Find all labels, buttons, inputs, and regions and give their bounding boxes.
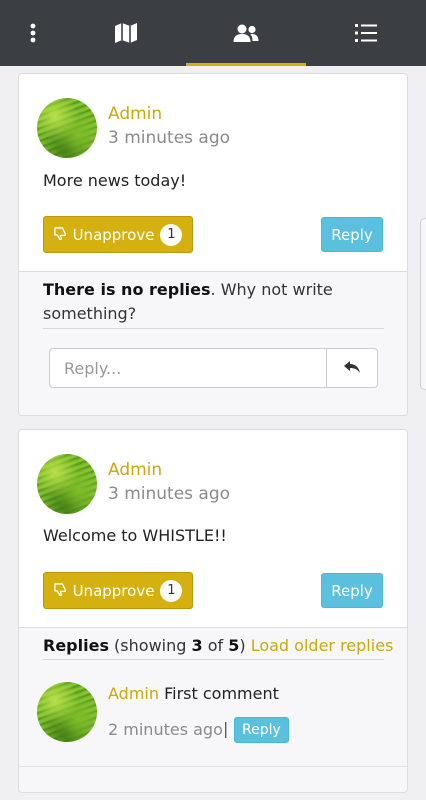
- divider: [43, 659, 384, 660]
- divider: [43, 328, 384, 329]
- no-replies-message: There is no replies. Why not write somet…: [43, 278, 383, 326]
- unapprove-button[interactable]: Unapprove 1: [43, 216, 193, 253]
- replies-section: There is no replies. Why not write somet…: [19, 271, 407, 415]
- divider: [19, 766, 407, 767]
- tab-map[interactable]: [66, 0, 186, 66]
- tab-list[interactable]: [306, 0, 426, 66]
- post-time: 3 minutes ago: [108, 128, 231, 148]
- post-body: Welcome to WHISTLE!!: [43, 526, 227, 545]
- post-card: Admin 3 minutes ago More news today! Una…: [18, 73, 408, 416]
- post-author[interactable]: Admin: [108, 104, 162, 124]
- reply-line: Admin First comment: [108, 684, 279, 703]
- showing-suffix: ): [239, 636, 246, 655]
- tab-users[interactable]: [186, 0, 306, 66]
- avatar: [37, 454, 97, 514]
- no-replies-bold: There is no replies: [43, 280, 211, 299]
- showing-total: 5: [228, 636, 240, 655]
- users-icon: [233, 23, 259, 43]
- list-icon: [355, 23, 377, 43]
- post-author[interactable]: Admin: [108, 460, 162, 480]
- unapprove-label: Unapprove: [72, 225, 155, 244]
- more-options-button[interactable]: [0, 0, 66, 66]
- map-icon: [114, 22, 138, 44]
- showing-of: of: [202, 636, 229, 655]
- reply-separator: |: [223, 719, 229, 738]
- thumbs-down-icon: [53, 226, 67, 244]
- reply-to-comment-button[interactable]: Reply: [234, 717, 289, 743]
- reply-author[interactable]: Admin: [108, 684, 159, 703]
- reply-button[interactable]: Reply: [321, 217, 383, 252]
- approval-count-badge: 1: [160, 223, 183, 246]
- load-older-replies-link[interactable]: Load older replies: [251, 636, 394, 655]
- side-scroll-handle[interactable]: [420, 218, 426, 390]
- avatar: [37, 98, 97, 158]
- replies-label: Replies: [43, 636, 109, 655]
- replies-header: Replies (showing 3 of 5) Load older repl…: [43, 636, 393, 655]
- reply-text: First comment: [164, 684, 279, 703]
- unapprove-label: Unapprove: [72, 581, 155, 600]
- approval-count-badge: 1: [160, 579, 183, 602]
- reply-arrow-icon: [343, 359, 361, 378]
- send-reply-button[interactable]: [327, 348, 378, 388]
- top-nav-bar: [0, 0, 426, 66]
- unapprove-button[interactable]: Unapprove 1: [43, 572, 193, 609]
- post-time: 3 minutes ago: [108, 484, 231, 504]
- reply-time: 2 minutes ago: [108, 720, 223, 739]
- showing-count: 3: [191, 636, 203, 655]
- reply-form: [49, 348, 378, 388]
- replies-section: Replies (showing 3 of 5) Load older repl…: [19, 627, 407, 792]
- reply-button[interactable]: Reply: [321, 573, 383, 608]
- post-body: More news today!: [43, 171, 187, 190]
- thumbs-down-icon: [53, 582, 67, 600]
- reply-input[interactable]: [49, 348, 327, 388]
- showing-prefix: (showing: [108, 636, 192, 655]
- reply-avatar: [37, 682, 97, 742]
- vertical-dots-icon: [30, 23, 36, 43]
- post-card: Admin 3 minutes ago Welcome to WHISTLE!!…: [18, 429, 408, 793]
